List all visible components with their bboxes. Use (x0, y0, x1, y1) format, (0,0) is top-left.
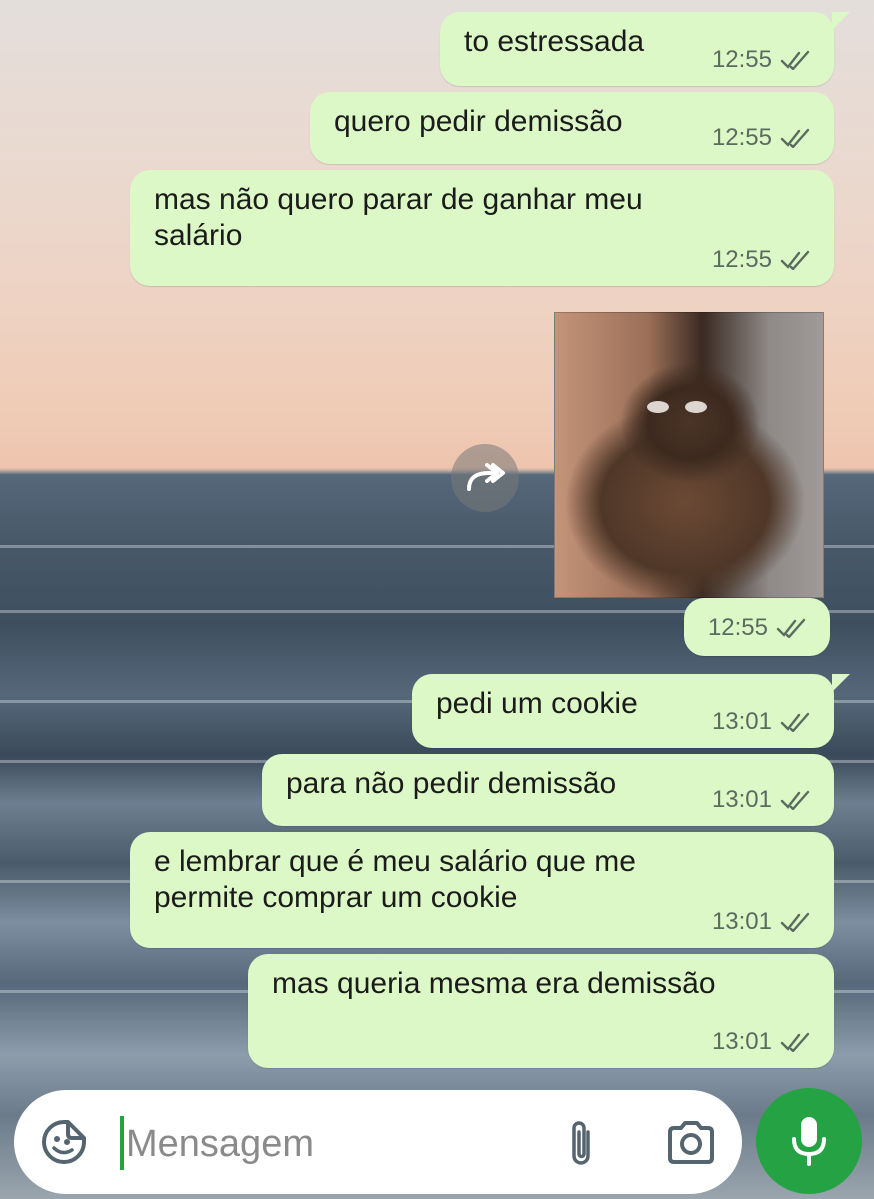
message-text: mas não quero parar de ganhar meu salári… (154, 183, 643, 252)
message-bubble[interactable]: quero pedir demissão 12:55 (310, 92, 834, 164)
message-meta: 12:55 (712, 48, 814, 72)
message-meta: 13:01 (712, 710, 814, 734)
double-check-icon (780, 1032, 810, 1052)
message-bubble[interactable]: para não pedir demissão 13:01 (262, 754, 834, 826)
attach-icon[interactable] (566, 1118, 598, 1168)
message-meta: 12:55 (708, 616, 810, 640)
message-meta: 13:01 (712, 788, 814, 812)
message-thread: to estressada 12:55 quero pedir demissão… (0, 0, 874, 1199)
voice-record-button[interactable] (756, 1088, 862, 1194)
message-bubble[interactable]: mas queria mesma era demissão 13:01 (248, 954, 834, 1068)
message-time: 13:01 (711, 1028, 772, 1055)
double-check-icon (780, 50, 810, 70)
message-bubble[interactable]: mas não quero parar de ganhar meu salári… (130, 170, 834, 286)
forward-button[interactable] (451, 444, 519, 512)
sticker-icon[interactable] (40, 1118, 88, 1166)
message-input[interactable] (124, 1118, 548, 1170)
double-check-icon (780, 250, 810, 270)
message-text: mas queria mesma era demissão (272, 967, 716, 1000)
message-composer (14, 1090, 742, 1194)
message-time: 13:01 (711, 708, 772, 735)
double-check-icon (776, 618, 806, 638)
forward-icon (467, 463, 505, 491)
message-meta: 13:01 (712, 1030, 814, 1054)
message-bubble[interactable]: to estressada 12:55 (440, 12, 850, 86)
message-bubble[interactable]: pedi um cookie 13:01 (412, 674, 850, 748)
double-check-icon (780, 912, 810, 932)
message-time: 12:55 (711, 124, 772, 151)
message-time: 12:55 (711, 246, 772, 273)
double-check-icon (780, 128, 810, 148)
message-time: 12:55 (707, 614, 768, 641)
message-time: 12:55 (711, 46, 772, 73)
double-check-icon (780, 790, 810, 810)
message-meta: 12:55 (712, 126, 814, 150)
double-check-icon (780, 712, 810, 732)
message-time: 13:01 (711, 908, 772, 935)
mic-icon (792, 1117, 826, 1166)
message-time: 13:01 (711, 786, 772, 813)
message-meta: 12:55 (712, 248, 814, 272)
camera-icon[interactable] (666, 1120, 716, 1164)
image-time-bubble: 12:55 (684, 598, 830, 656)
message-meta: 13:01 (712, 910, 814, 934)
monkey-sticker-image[interactable] (554, 312, 824, 598)
message-text: e lembrar que é meu salário que me permi… (154, 845, 636, 914)
message-bubble[interactable]: e lembrar que é meu salário que me permi… (130, 832, 834, 948)
